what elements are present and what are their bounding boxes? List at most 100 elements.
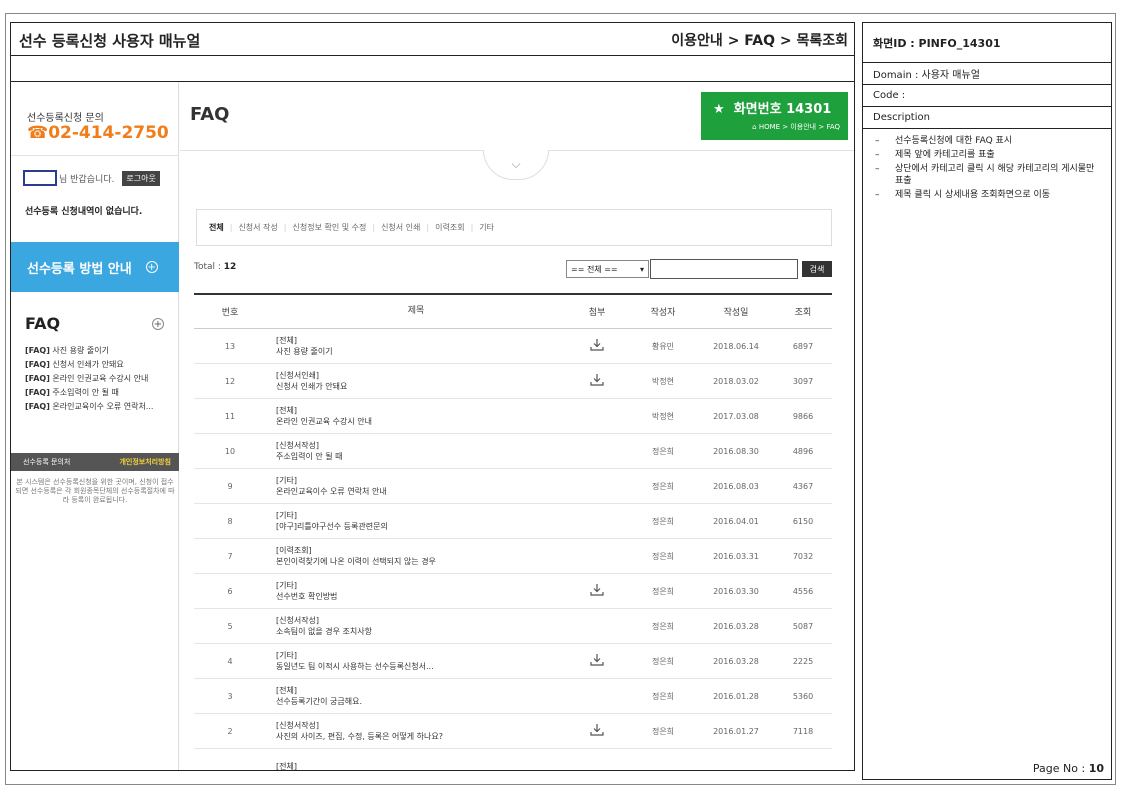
row-title-cell[interactable]: [신청서작성] 사진의 사이즈, 편집, 수정, 등록은 어떻게 하나요? bbox=[266, 720, 566, 742]
table-row[interactable]: 10 [신청서작성] 주소입력이 안 될 때 정은희 2016.08.30 4896 bbox=[194, 434, 832, 469]
search-button[interactable]: 검색 bbox=[802, 261, 832, 277]
row-category: [전체] bbox=[276, 686, 297, 695]
row-title[interactable]: 신청서 인쇄가 안돼요 bbox=[276, 382, 347, 391]
filter-select[interactable]: == 전체 == ▾ bbox=[566, 260, 649, 278]
row-category: [전체] bbox=[276, 406, 297, 415]
faq-item-text: 신청서 인쇄가 안돼요 bbox=[52, 360, 124, 369]
row-title-cell[interactable]: [전체] 사진 용량 줄이기 bbox=[266, 335, 566, 357]
table-row[interactable]: 2 [신청서작성] 사진의 사이즈, 편집, 수정, 등록은 어떻게 하나요? 정은희… bbox=[194, 714, 832, 749]
table-row[interactable]: 13 [전체] 사진 용량 줄이기 황유민 2018.06.14 6897 bbox=[194, 329, 832, 364]
table-row[interactable]: 4 [기타] 동일년도 팀 이적시 사용하는 선수등록신청서... 정은희 2016.0… bbox=[194, 644, 832, 679]
table-row[interactable]: 11 [전체] 온라인 인권교육 수강시 안내 박정현 2017.03.08 9866 bbox=[194, 399, 832, 434]
download-icon[interactable] bbox=[590, 724, 604, 738]
main-content: FAQ ★ 화면번호 14301 ⌂ HOME > 이용안내 > FAQ ⌵ 전… bbox=[180, 82, 854, 771]
row-title[interactable]: 온라인 인권교육 수강시 안내 bbox=[276, 417, 372, 426]
row-views: 9866 bbox=[792, 411, 814, 421]
row-number: 11 bbox=[224, 411, 236, 421]
row-title[interactable]: 온라인교육이수 오류 연락처 안내 bbox=[276, 487, 387, 496]
table-row[interactable]: 5 [신청서작성] 소속팀이 없을 경우 조치사항 정은희 2016.03.28 5087 bbox=[194, 609, 832, 644]
row-title-cell[interactable]: [전체] 온라인 인권교육 수강시 안내 bbox=[266, 405, 566, 427]
privacy-policy-link[interactable]: 개인정보처리방침 bbox=[119, 457, 171, 467]
star-icon: ★ bbox=[713, 102, 725, 117]
logout-button[interactable]: 로그아웃 bbox=[122, 170, 160, 186]
row-title[interactable]: 본인이력찾기에 나온 이력이 선택되지 않는 경우 bbox=[276, 557, 436, 566]
row-title[interactable]: 동일년도 팀 이적시 사용하는 선수등록신청서... bbox=[276, 662, 434, 671]
chevron-down-icon[interactable]: ⌵ bbox=[483, 150, 549, 180]
screen-capture: 선수등록신청 문의 ☎02-414-2750 님 반갑습니다. 로그아웃 선수등… bbox=[10, 82, 855, 771]
download-icon[interactable] bbox=[590, 654, 604, 668]
row-title-cell[interactable]: [기타] 선수번호 확인방법 bbox=[266, 580, 566, 602]
row-category: [기타] bbox=[276, 581, 297, 590]
greeting-text: 님 반갑습니다. bbox=[59, 174, 115, 185]
row-category: [신청서작성] bbox=[276, 441, 320, 450]
table-row[interactable]: 9 [기타] 온라인교육이수 오류 연락처 안내 정은희 2016.08.03 4367 bbox=[194, 469, 832, 504]
download-icon[interactable] bbox=[590, 339, 604, 353]
document-title-bar: 선수 등록신청 사용자 매뉴얼 이용안내 > FAQ > 목록조회 bbox=[10, 22, 855, 56]
row-attachment bbox=[566, 374, 628, 388]
row-number: 8 bbox=[227, 516, 233, 526]
download-icon[interactable] bbox=[590, 374, 604, 388]
row-title-cell[interactable]: [전체] bbox=[266, 761, 566, 771]
row-views: 6150 bbox=[792, 516, 814, 526]
phone-icon: ☎ bbox=[27, 123, 49, 143]
category-tab[interactable]: 신청서 인쇄 bbox=[381, 222, 420, 233]
row-title-cell[interactable]: [이력조회] 본인이력찾기에 나온 이력이 선택되지 않는 경우 bbox=[266, 545, 566, 567]
row-writer: 정은희 bbox=[651, 621, 675, 631]
download-icon[interactable] bbox=[590, 584, 604, 598]
row-views: 4367 bbox=[792, 481, 814, 491]
badge-title-text: 화면번호 14301 bbox=[733, 102, 832, 117]
inquiry-link[interactable]: 선수등록 문의처 bbox=[23, 457, 70, 467]
registration-guide-button[interactable]: 선수등록 방법 안내 + bbox=[11, 242, 179, 292]
row-views: 4896 bbox=[792, 446, 814, 456]
row-title-cell[interactable]: [신청서인쇄] 신청서 인쇄가 안돼요 bbox=[266, 370, 566, 392]
row-category: [이력조회] bbox=[276, 546, 312, 555]
category-separator: | bbox=[426, 223, 430, 232]
category-tab[interactable]: 기타 bbox=[479, 222, 494, 233]
table-row[interactable]: 6 [기타] 선수번호 확인방법 정은희 2016.03.30 4556 bbox=[194, 574, 832, 609]
row-title[interactable]: 선수등록기간이 궁금해요. bbox=[276, 697, 362, 706]
description-item: 상단에서 카테고리 클릭 시 해당 카테고리의 게시물만 표출 bbox=[873, 163, 1103, 187]
plus-circle-icon[interactable]: + bbox=[152, 318, 164, 330]
document-sub-bar bbox=[10, 56, 855, 82]
row-number: 6 bbox=[227, 586, 233, 596]
category-tab[interactable]: 이력조회 bbox=[435, 222, 464, 233]
category-tab[interactable]: 전체 bbox=[209, 222, 224, 233]
row-date: 2016.03.28 bbox=[713, 656, 759, 666]
row-title-cell[interactable]: [기타] [야구]리틀야구선수 등록관련문의 bbox=[266, 510, 566, 532]
row-title-cell[interactable]: [신청서작성] 주소입력이 안 될 때 bbox=[266, 440, 566, 462]
search-input[interactable] bbox=[650, 259, 798, 279]
row-writer: 박정현 bbox=[651, 376, 675, 386]
table-row[interactable]: [전체] bbox=[194, 749, 832, 771]
row-views: 3097 bbox=[792, 376, 814, 386]
sidebar-faq-item[interactable]: [FAQ] 주소입력이 안 될 때 bbox=[25, 386, 153, 400]
category-tab[interactable]: 신청정보 확인 및 수정 bbox=[292, 222, 366, 233]
row-title-cell[interactable]: [신청서작성] 소속팀이 없을 경우 조치사항 bbox=[266, 615, 566, 637]
row-title[interactable]: 사진의 사이즈, 편집, 수정, 등록은 어떻게 하나요? bbox=[276, 732, 443, 741]
row-title[interactable]: 사진 용량 줄이기 bbox=[276, 347, 333, 356]
table-row[interactable]: 8 [기타] [야구]리틀야구선수 등록관련문의 정은희 2016.04.01 6150 bbox=[194, 504, 832, 539]
row-title[interactable]: 주소입력이 안 될 때 bbox=[276, 452, 343, 461]
row-title[interactable]: 소속팀이 없을 경우 조치사항 bbox=[276, 627, 372, 636]
table-row[interactable]: 3 [전체] 선수등록기간이 궁금해요. 정은희 2016.01.28 5360 bbox=[194, 679, 832, 714]
sidebar-faq-item[interactable]: [FAQ] 신청서 인쇄가 안돼요 bbox=[25, 358, 153, 372]
row-writer: 정은희 bbox=[651, 446, 675, 456]
category-tab[interactable]: 신청서 작성 bbox=[238, 222, 277, 233]
total-label: Total : bbox=[194, 262, 221, 272]
faq-item-text: 주소입력이 안 될 때 bbox=[52, 388, 119, 397]
table-row[interactable]: 12 [신청서인쇄] 신청서 인쇄가 안돼요 박정현 2018.03.02 3097 bbox=[194, 364, 832, 399]
domain-field: Domain : 사용자 매뉴얼 bbox=[863, 63, 1111, 85]
row-category: [기타] bbox=[276, 651, 297, 660]
contact-label: 선수등록신청 문의 bbox=[27, 113, 104, 124]
row-title[interactable]: [야구]리틀야구선수 등록관련문의 bbox=[276, 522, 388, 531]
sidebar-faq-item[interactable]: [FAQ] 온라인교육이수 오류 연락처... bbox=[25, 400, 153, 414]
row-title[interactable]: 선수번호 확인방법 bbox=[276, 592, 337, 601]
sidebar-faq-item[interactable]: [FAQ] 사진 용량 줄이기 bbox=[25, 344, 153, 358]
contact-phone-number: 02-414-2750 bbox=[48, 123, 169, 143]
row-number: 2 bbox=[227, 726, 233, 736]
column-header: 제목 bbox=[407, 306, 425, 316]
table-row[interactable]: 7 [이력조회] 본인이력찾기에 나온 이력이 선택되지 않는 경우 정은희 2016.… bbox=[194, 539, 832, 574]
row-title-cell[interactable]: [기타] 동일년도 팀 이적시 사용하는 선수등록신청서... bbox=[266, 650, 566, 672]
sidebar-faq-item[interactable]: [FAQ] 온라인 인권교육 수강시 안내 bbox=[25, 372, 153, 386]
row-title-cell[interactable]: [전체] 선수등록기간이 궁금해요. bbox=[266, 685, 566, 707]
row-title-cell[interactable]: [기타] 온라인교육이수 오류 연락처 안내 bbox=[266, 475, 566, 497]
